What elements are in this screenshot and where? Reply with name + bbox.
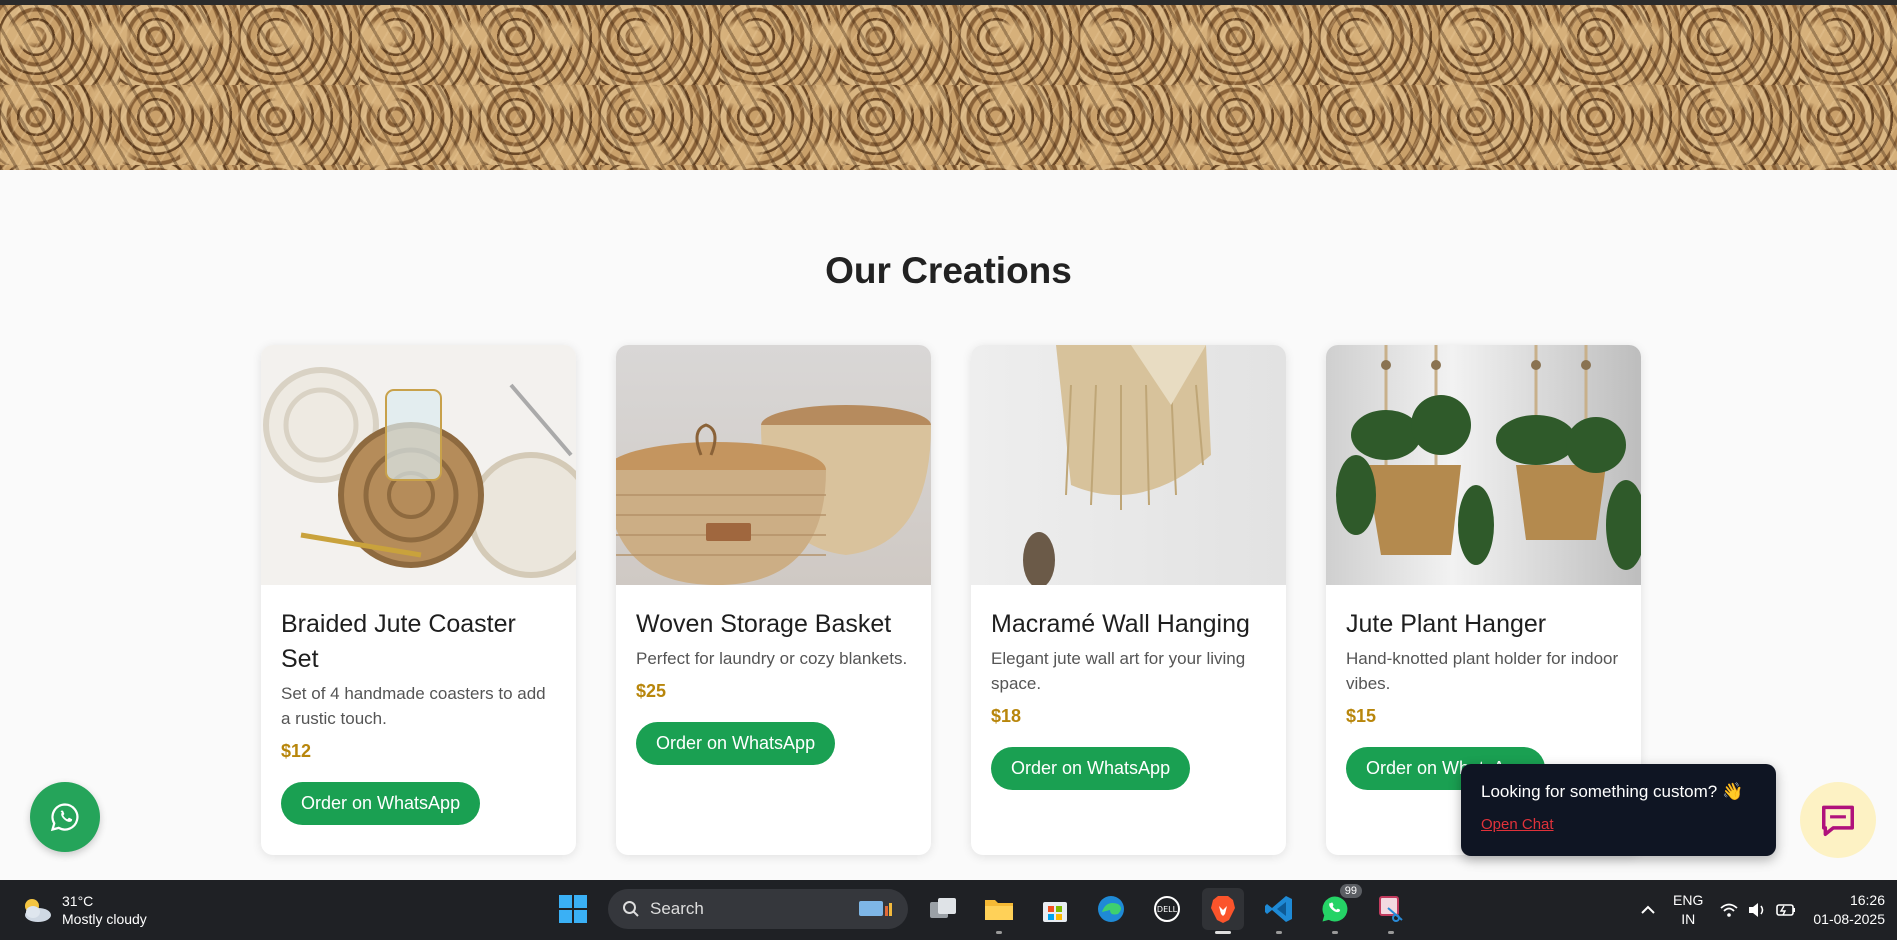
clock[interactable]: 16:26 01-08-2025 [1813, 891, 1885, 929]
dell-app-button[interactable]: DELL [1146, 888, 1188, 930]
product-price: $18 [991, 706, 1022, 726]
start-button[interactable] [552, 888, 594, 930]
product-description: Set of 4 handmade coasters to add a rust… [281, 684, 546, 728]
product-title: Macramé Wall Hanging [991, 610, 1250, 638]
vscode-icon [1265, 896, 1292, 922]
brave-icon [1211, 896, 1235, 923]
order-whatsapp-button[interactable]: Order on WhatsApp [636, 722, 836, 765]
clock-time: 16:26 [1849, 892, 1885, 908]
edge-icon [1098, 896, 1124, 922]
taskbar-search[interactable]: Search [608, 889, 908, 929]
windows-icon [559, 895, 587, 923]
product-price: $15 [1346, 706, 1377, 726]
task-view-button[interactable] [922, 888, 964, 930]
battery-icon [1776, 904, 1796, 916]
open-chat-link[interactable]: Open Chat [1481, 816, 1554, 833]
store-icon [1043, 902, 1067, 922]
weather-desc: Mostly cloudy [62, 911, 147, 927]
snipping-tool-button[interactable] [1370, 888, 1412, 934]
language-code: ENG [1673, 892, 1704, 908]
cloudy-weather-icon [25, 899, 51, 922]
whatsapp-icon [50, 803, 79, 832]
running-indicator [996, 931, 1002, 934]
clock-date: 01-08-2025 [1813, 911, 1885, 927]
brave-browser-button[interactable] [1202, 888, 1244, 934]
language-indicator[interactable]: ENG IN [1673, 891, 1703, 929]
system-tray: ENG IN 16:26 01-08-2025 [1639, 880, 1897, 940]
notification-badge: 99 [1339, 884, 1362, 898]
chevron-up-icon[interactable] [1639, 901, 1657, 919]
wifi-icon [1720, 903, 1738, 917]
taskbar: 31°C Mostly cloudy Search DELL 99 ENG IN… [0, 880, 1897, 940]
section-title: Our Creations [825, 250, 1072, 291]
chat-popup-message: Looking for something custom? 👋 [1481, 782, 1744, 801]
running-indicator [1276, 931, 1282, 934]
running-indicator [1215, 931, 1231, 934]
product-price: $12 [281, 741, 312, 761]
product-description: Hand-knotted plant holder for indoor vib… [1346, 649, 1619, 693]
product-title: Woven Storage Basket [636, 610, 892, 638]
product-description: Perfect for laundry or cozy blankets. [636, 649, 908, 668]
folder-icon [985, 900, 1013, 920]
vscode-button[interactable] [1258, 888, 1300, 934]
hero-jute-banner [0, 0, 1897, 170]
edge-browser-button[interactable] [1090, 888, 1132, 930]
product-description: Elegant jute wall art for your living sp… [991, 649, 1246, 693]
weather-temp: 31°C [62, 893, 94, 909]
whatsapp-app-button[interactable]: 99 [1314, 884, 1362, 934]
product-card: Braided Jute Coaster Set Set of 4 handma… [261, 345, 576, 855]
product-card: Woven Storage Basket Perfect for laundry… [616, 345, 931, 855]
region-code: IN [1681, 911, 1696, 927]
snipping-tool-icon [1379, 896, 1403, 922]
microsoft-store-button[interactable] [1034, 888, 1076, 930]
product-image-coasters [261, 345, 576, 585]
chat-icon [1822, 805, 1854, 836]
svg-text:DELL: DELL [1157, 905, 1178, 914]
chat-popup: Looking for something custom? 👋 Open Cha… [1461, 764, 1776, 856]
product-card: Macramé Wall Hanging Elegant jute wall a… [971, 345, 1286, 855]
weather-widget[interactable]: 31°C Mostly cloudy [20, 892, 147, 928]
product-price: $25 [636, 681, 667, 701]
product-title: Braided Jute Coaster Set [281, 610, 516, 673]
whatsapp-float-button[interactable] [30, 782, 100, 852]
quick-settings[interactable] [1719, 901, 1797, 919]
search-icon [623, 901, 639, 917]
chat-launcher-button[interactable] [1800, 782, 1876, 858]
product-image-basket [616, 345, 931, 585]
order-whatsapp-button[interactable]: Order on WhatsApp [991, 747, 1191, 790]
order-whatsapp-button[interactable]: Order on WhatsApp [281, 782, 481, 825]
file-explorer-button[interactable] [978, 888, 1020, 934]
product-image-plant-hanger [1326, 345, 1641, 585]
running-indicator [1332, 931, 1338, 934]
search-highlight-icon [859, 901, 892, 916]
task-view-icon [930, 898, 956, 918]
search-label: Search [650, 899, 704, 918]
dell-icon: DELL [1154, 896, 1180, 922]
whatsapp-app-icon [1322, 896, 1348, 922]
volume-icon [1749, 903, 1764, 917]
product-title: Jute Plant Hanger [1346, 610, 1547, 638]
product-image-wall-hanging [971, 345, 1286, 585]
running-indicator [1388, 931, 1394, 934]
